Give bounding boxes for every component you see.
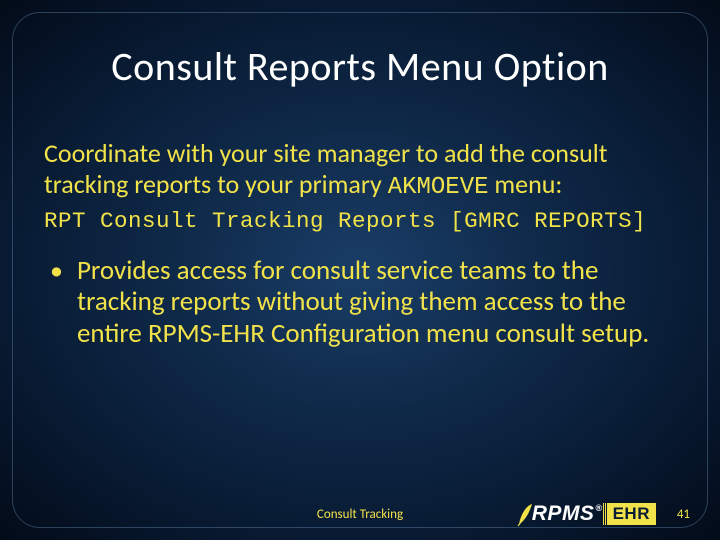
bullet-item: • Provides access for consult service te… — [44, 255, 676, 351]
rpms-text: RPMS® — [532, 502, 603, 526]
slide: Consult Reports Menu Option Coordinate w… — [0, 0, 720, 540]
slide-body: Coordinate with your site manager to add… — [44, 138, 676, 350]
ehr-stripe — [603, 503, 607, 525]
bullet-text: Provides access for consult service team… — [77, 255, 676, 351]
page-number: 41 — [677, 507, 690, 522]
ehr-box: EHR — [607, 503, 656, 525]
intro-text: Coordinate with your site manager to add… — [44, 138, 676, 202]
bullet-dot: • — [50, 255, 63, 351]
logo: RPMS® EHR — [516, 502, 656, 526]
code-line: RPT Consult Tracking Reports [GMRC REPOR… — [44, 208, 676, 235]
registered-mark: ® — [595, 503, 602, 513]
rpms-letters: RPMS — [532, 502, 595, 526]
intro-mono: AKMOEVE — [388, 174, 489, 201]
slide-title: Consult Reports Menu Option — [0, 42, 720, 91]
ehr-text: EHR — [613, 504, 650, 523]
intro-part2: menu: — [489, 168, 563, 200]
